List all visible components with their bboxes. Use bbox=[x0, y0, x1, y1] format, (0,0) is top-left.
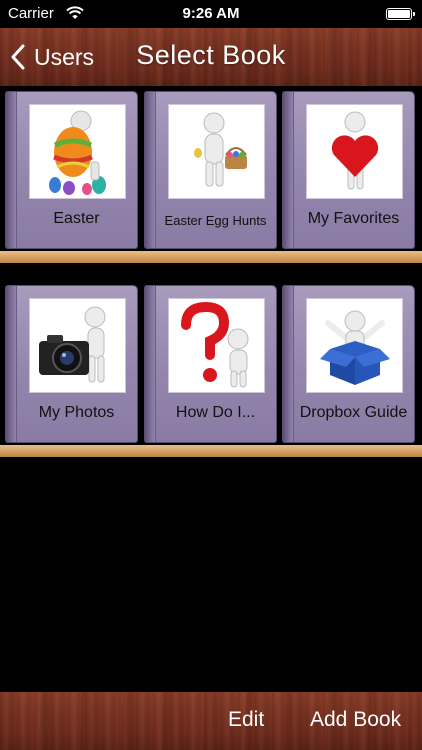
shelf-plank bbox=[0, 445, 422, 457]
status-bar: Carrier 9:26 AM bbox=[0, 0, 422, 28]
shelf-row: Easter Easter Egg Hunts My Favorites bbox=[0, 92, 422, 258]
shelf-plank bbox=[0, 251, 422, 263]
book-cover-image bbox=[306, 104, 403, 199]
book-title: My Photos bbox=[38, 404, 115, 421]
navigation-bar: Users Select Book bbox=[0, 28, 422, 86]
book-my-favorites[interactable]: My Favorites bbox=[283, 92, 414, 248]
egg-basket-figure-icon bbox=[193, 112, 247, 186]
book-dropbox-guide[interactable]: Dropbox Guide bbox=[283, 286, 414, 442]
camera-figure-icon bbox=[38, 306, 105, 382]
book-title: Dropbox Guide bbox=[299, 404, 408, 421]
book-title: How Do I... bbox=[175, 404, 256, 421]
easter-egg-figure-icon bbox=[48, 110, 106, 195]
page-title: Select Book bbox=[136, 40, 286, 70]
book-title: Easter Egg Hunts bbox=[164, 213, 267, 228]
book-cover-image bbox=[168, 104, 265, 199]
question-mark-figure-icon bbox=[180, 301, 248, 387]
add-book-button[interactable]: Add Book bbox=[310, 708, 401, 732]
status-time: 9:26 AM bbox=[182, 5, 240, 22]
dropbox-figure-icon bbox=[319, 310, 390, 385]
book-title: Easter bbox=[53, 210, 100, 227]
book-cover-image bbox=[168, 298, 265, 393]
book-cover-image bbox=[306, 298, 403, 393]
book-how-do-i[interactable]: How Do I... bbox=[145, 286, 276, 442]
bottom-toolbar: Edit Add Book bbox=[0, 692, 422, 750]
book-cover-image bbox=[29, 298, 126, 393]
book-title: My Favorites bbox=[307, 210, 400, 227]
shelf-row: My Photos How Do I... Dropbox Guide bbox=[0, 286, 422, 452]
heart-figure-icon bbox=[331, 111, 378, 189]
book-easter[interactable]: Easter bbox=[6, 92, 137, 248]
book-my-photos[interactable]: My Photos bbox=[6, 286, 137, 442]
book-cover-image bbox=[29, 104, 126, 199]
edit-button[interactable]: Edit bbox=[228, 708, 264, 732]
battery-icon bbox=[386, 8, 415, 20]
book-easter-egg-hunts[interactable]: Easter Egg Hunts bbox=[145, 92, 276, 248]
